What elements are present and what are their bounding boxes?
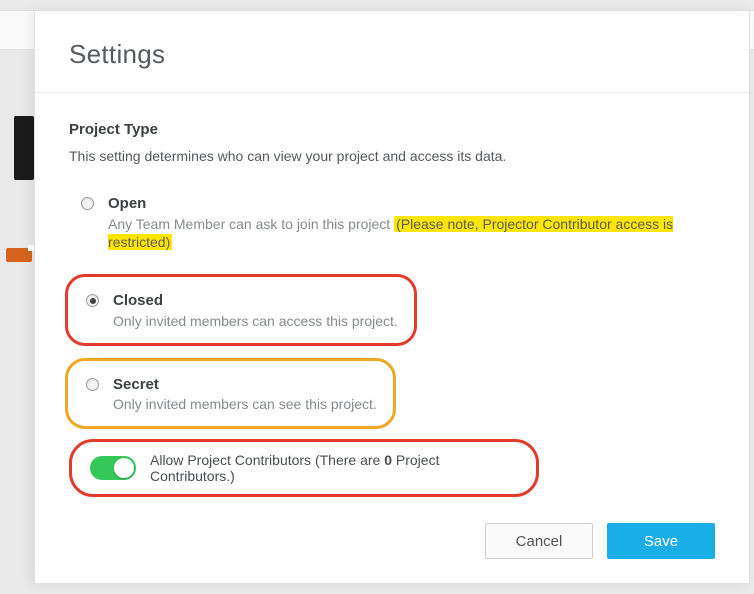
option-closed-label: Closed [113, 291, 398, 311]
allow-contributors-toggle[interactable] [90, 456, 136, 480]
option-secret-sub: Only invited members can see this projec… [113, 395, 377, 414]
modal-footer: Cancel Save [485, 523, 715, 559]
option-closed-sub: Only invited members can access this pro… [113, 312, 398, 331]
option-secret[interactable]: Secret Only invited members can see this… [74, 371, 377, 416]
option-secret-text: Secret Only invited members can see this… [113, 375, 377, 414]
option-open-sub-prefix: Any Team Member can ask to join this pro… [108, 216, 394, 232]
radio-secret[interactable] [86, 378, 99, 391]
option-secret-label: Secret [113, 375, 377, 395]
allow-contributors-label: Allow Project Contributors (There are 0 … [150, 452, 510, 484]
toggle-label-prefix: Allow Project Contributors (There are [150, 452, 384, 468]
radio-closed[interactable] [86, 294, 99, 307]
annotation-secret: Secret Only invited members can see this… [65, 358, 396, 429]
option-closed[interactable]: Closed Only invited members can access t… [74, 287, 398, 332]
section-title: Project Type [69, 121, 715, 138]
annotation-toggle: Allow Project Contributors (There are 0 … [69, 439, 539, 497]
background-file-icon [6, 248, 32, 262]
settings-modal: Settings Project Type This setting deter… [34, 10, 750, 584]
modal-title: Settings [69, 39, 715, 70]
annotation-closed: Closed Only invited members can access t… [65, 274, 417, 345]
cancel-button[interactable]: Cancel [485, 523, 593, 559]
modal-body: Project Type This setting determines who… [35, 93, 749, 497]
option-open-text: Open Any Team Member can ask to join thi… [108, 194, 715, 252]
section-description: This setting determines who can view you… [69, 148, 715, 164]
save-button[interactable]: Save [607, 523, 715, 559]
option-open-sub: Any Team Member can ask to join this pro… [108, 215, 715, 253]
option-closed-text: Closed Only invited members can access t… [113, 291, 398, 330]
toggle-label-count: 0 [384, 452, 392, 468]
allow-contributors-row: Allow Project Contributors (There are 0 … [82, 452, 518, 484]
background-shape [14, 116, 34, 180]
option-open[interactable]: Open Any Team Member can ask to join thi… [69, 190, 715, 254]
radio-open[interactable] [81, 197, 94, 210]
modal-header: Settings [35, 11, 749, 93]
option-open-label: Open [108, 194, 715, 214]
